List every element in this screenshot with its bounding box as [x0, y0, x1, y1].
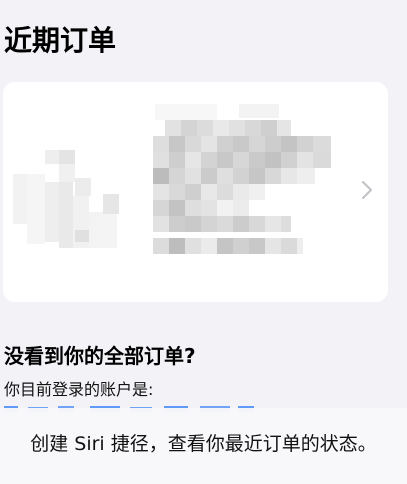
siri-shortcut-banner[interactable]: 创建 Siri 捷径，查看你最近订单的状态。: [0, 408, 407, 484]
order-thumbnail-redacted: [3, 82, 123, 302]
order-info-redacted: [153, 104, 331, 254]
missing-orders-heading: 没看到你的全部订单?: [4, 344, 196, 368]
chevron-right-icon[interactable]: [360, 178, 374, 202]
page-title: 近期订单: [4, 24, 117, 57]
recent-order-card[interactable]: [3, 82, 388, 302]
signed-in-account-label: 你目前登录的账户是:: [4, 380, 154, 399]
siri-shortcut-message: 创建 Siri 捷径，查看你最近订单的状态。: [30, 433, 377, 455]
